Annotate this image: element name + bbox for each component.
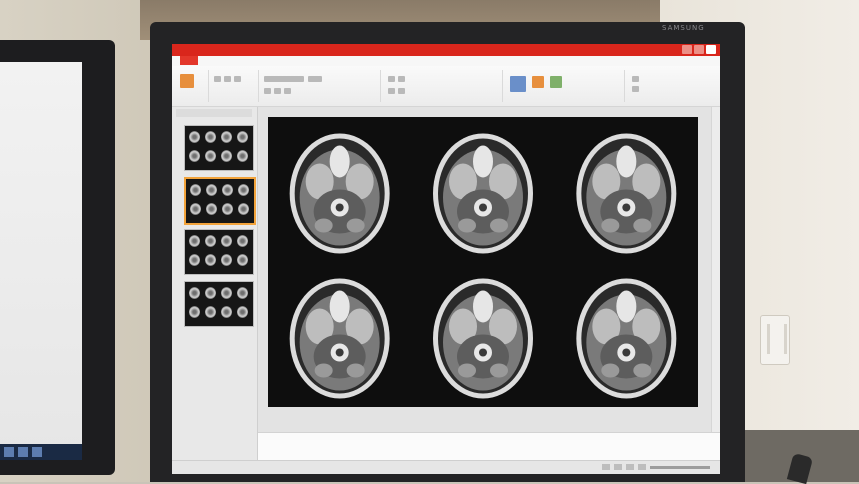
window-controls xyxy=(682,45,716,54)
ribbon-group-slides xyxy=(210,70,259,102)
thumbnail-scan xyxy=(206,184,217,196)
numbering-icon[interactable] xyxy=(398,76,405,82)
notes-pane[interactable] xyxy=(258,432,720,461)
reset-icon[interactable] xyxy=(234,76,241,82)
thumbnail-scan xyxy=(237,306,248,318)
thumbnail-scan xyxy=(237,287,248,299)
thumbnail-scan xyxy=(189,306,200,318)
thumbnail-scan xyxy=(189,235,200,247)
left-monitor-screen xyxy=(0,62,82,460)
align-left-icon[interactable] xyxy=(388,88,395,94)
shapes-icon[interactable] xyxy=(510,76,526,92)
mri-scan xyxy=(576,133,677,254)
underline-icon[interactable] xyxy=(284,88,291,94)
mri-scan xyxy=(576,278,677,399)
mri-scan xyxy=(433,133,533,254)
mri-scan xyxy=(289,278,390,399)
slide-sorter-icon[interactable] xyxy=(614,464,622,470)
presentation-app-window xyxy=(172,44,720,474)
thumbnail-scan xyxy=(205,254,216,266)
left-monitor-taskbar xyxy=(0,444,82,460)
replace-icon[interactable] xyxy=(632,86,639,92)
thumbnail-scan xyxy=(205,306,216,318)
ribbon-group-editing xyxy=(626,70,716,102)
maximize-icon[interactable] xyxy=(694,45,704,54)
monitor-brand-logo: SAMSUNG xyxy=(662,24,705,32)
thumbnail-scan xyxy=(221,131,232,143)
zoom-slider[interactable] xyxy=(650,466,710,469)
thumbnails-tabs[interactable] xyxy=(176,109,252,117)
new-slide-icon[interactable] xyxy=(214,76,221,82)
slide-thumbnails-pane xyxy=(172,107,258,460)
thumbnail-scan xyxy=(205,131,216,143)
thumbnail-scan xyxy=(189,150,200,162)
thumbnail-scan xyxy=(237,150,248,162)
slide-editing-area xyxy=(258,107,720,432)
thumbnail-scan xyxy=(237,235,248,247)
italic-icon[interactable] xyxy=(274,88,281,94)
font-select[interactable] xyxy=(264,76,304,82)
close-icon[interactable] xyxy=(706,45,716,54)
thumbnail-scan xyxy=(221,287,232,299)
ribbon-tabs xyxy=(172,56,720,66)
align-center-icon[interactable] xyxy=(398,88,405,94)
wall-outlet xyxy=(760,315,790,365)
thumbnail-scan xyxy=(237,254,248,266)
view-controls xyxy=(602,464,710,470)
bullets-icon[interactable] xyxy=(388,76,395,82)
mri-scan xyxy=(289,133,390,254)
thumbnail-scan xyxy=(205,235,216,247)
file-tab[interactable] xyxy=(180,56,198,65)
slide-thumbnail[interactable] xyxy=(184,125,254,171)
slideshow-icon[interactable] xyxy=(638,464,646,470)
find-icon[interactable] xyxy=(632,76,639,82)
font-size-select[interactable] xyxy=(308,76,322,82)
paste-icon[interactable] xyxy=(180,74,194,88)
vertical-scrollbar[interactable] xyxy=(711,107,720,432)
thumbnail-scan xyxy=(221,235,232,247)
thumbnail-scan xyxy=(205,150,216,162)
reading-view-icon[interactable] xyxy=(626,464,634,470)
ribbon-group-font xyxy=(260,70,381,102)
quick-styles-icon[interactable] xyxy=(550,76,562,88)
thumbnail-scan xyxy=(222,203,233,215)
thumbnail-scan xyxy=(206,203,217,215)
bold-icon[interactable] xyxy=(264,88,271,94)
thumbnail-scan xyxy=(189,131,200,143)
minimize-icon[interactable] xyxy=(682,45,692,54)
thumbnail-scan xyxy=(238,203,249,215)
thumbnail-scan xyxy=(221,254,232,266)
ribbon-group-clipboard xyxy=(176,70,209,102)
thumbnail-scan xyxy=(205,287,216,299)
status-bar xyxy=(172,460,720,474)
thumbnail-scan xyxy=(221,150,232,162)
ribbon-group-paragraph xyxy=(382,70,503,102)
ribbon xyxy=(172,66,720,107)
thumbnail-scan xyxy=(189,287,200,299)
mri-scan xyxy=(433,278,533,399)
thumbnail-scan xyxy=(238,184,249,196)
left-monitor xyxy=(0,40,115,475)
slide-thumbnail[interactable] xyxy=(184,229,254,275)
layout-icon[interactable] xyxy=(224,76,231,82)
thumbnail-scan xyxy=(221,306,232,318)
title-bar xyxy=(172,44,720,56)
thumbnail-scan xyxy=(190,203,201,215)
thumbnail-scan xyxy=(189,254,200,266)
slide-thumbnail[interactable] xyxy=(184,281,254,327)
slide-canvas[interactable] xyxy=(268,117,698,407)
ribbon-group-drawing xyxy=(504,70,625,102)
mri-scan-grid xyxy=(289,133,677,399)
slide-thumbnail-selected[interactable] xyxy=(184,177,256,225)
thumbnail-scan xyxy=(222,184,233,196)
thumbnail-scan xyxy=(237,131,248,143)
normal-view-icon[interactable] xyxy=(602,464,610,470)
thumbnail-scan xyxy=(190,184,201,196)
arrange-icon[interactable] xyxy=(532,76,544,88)
